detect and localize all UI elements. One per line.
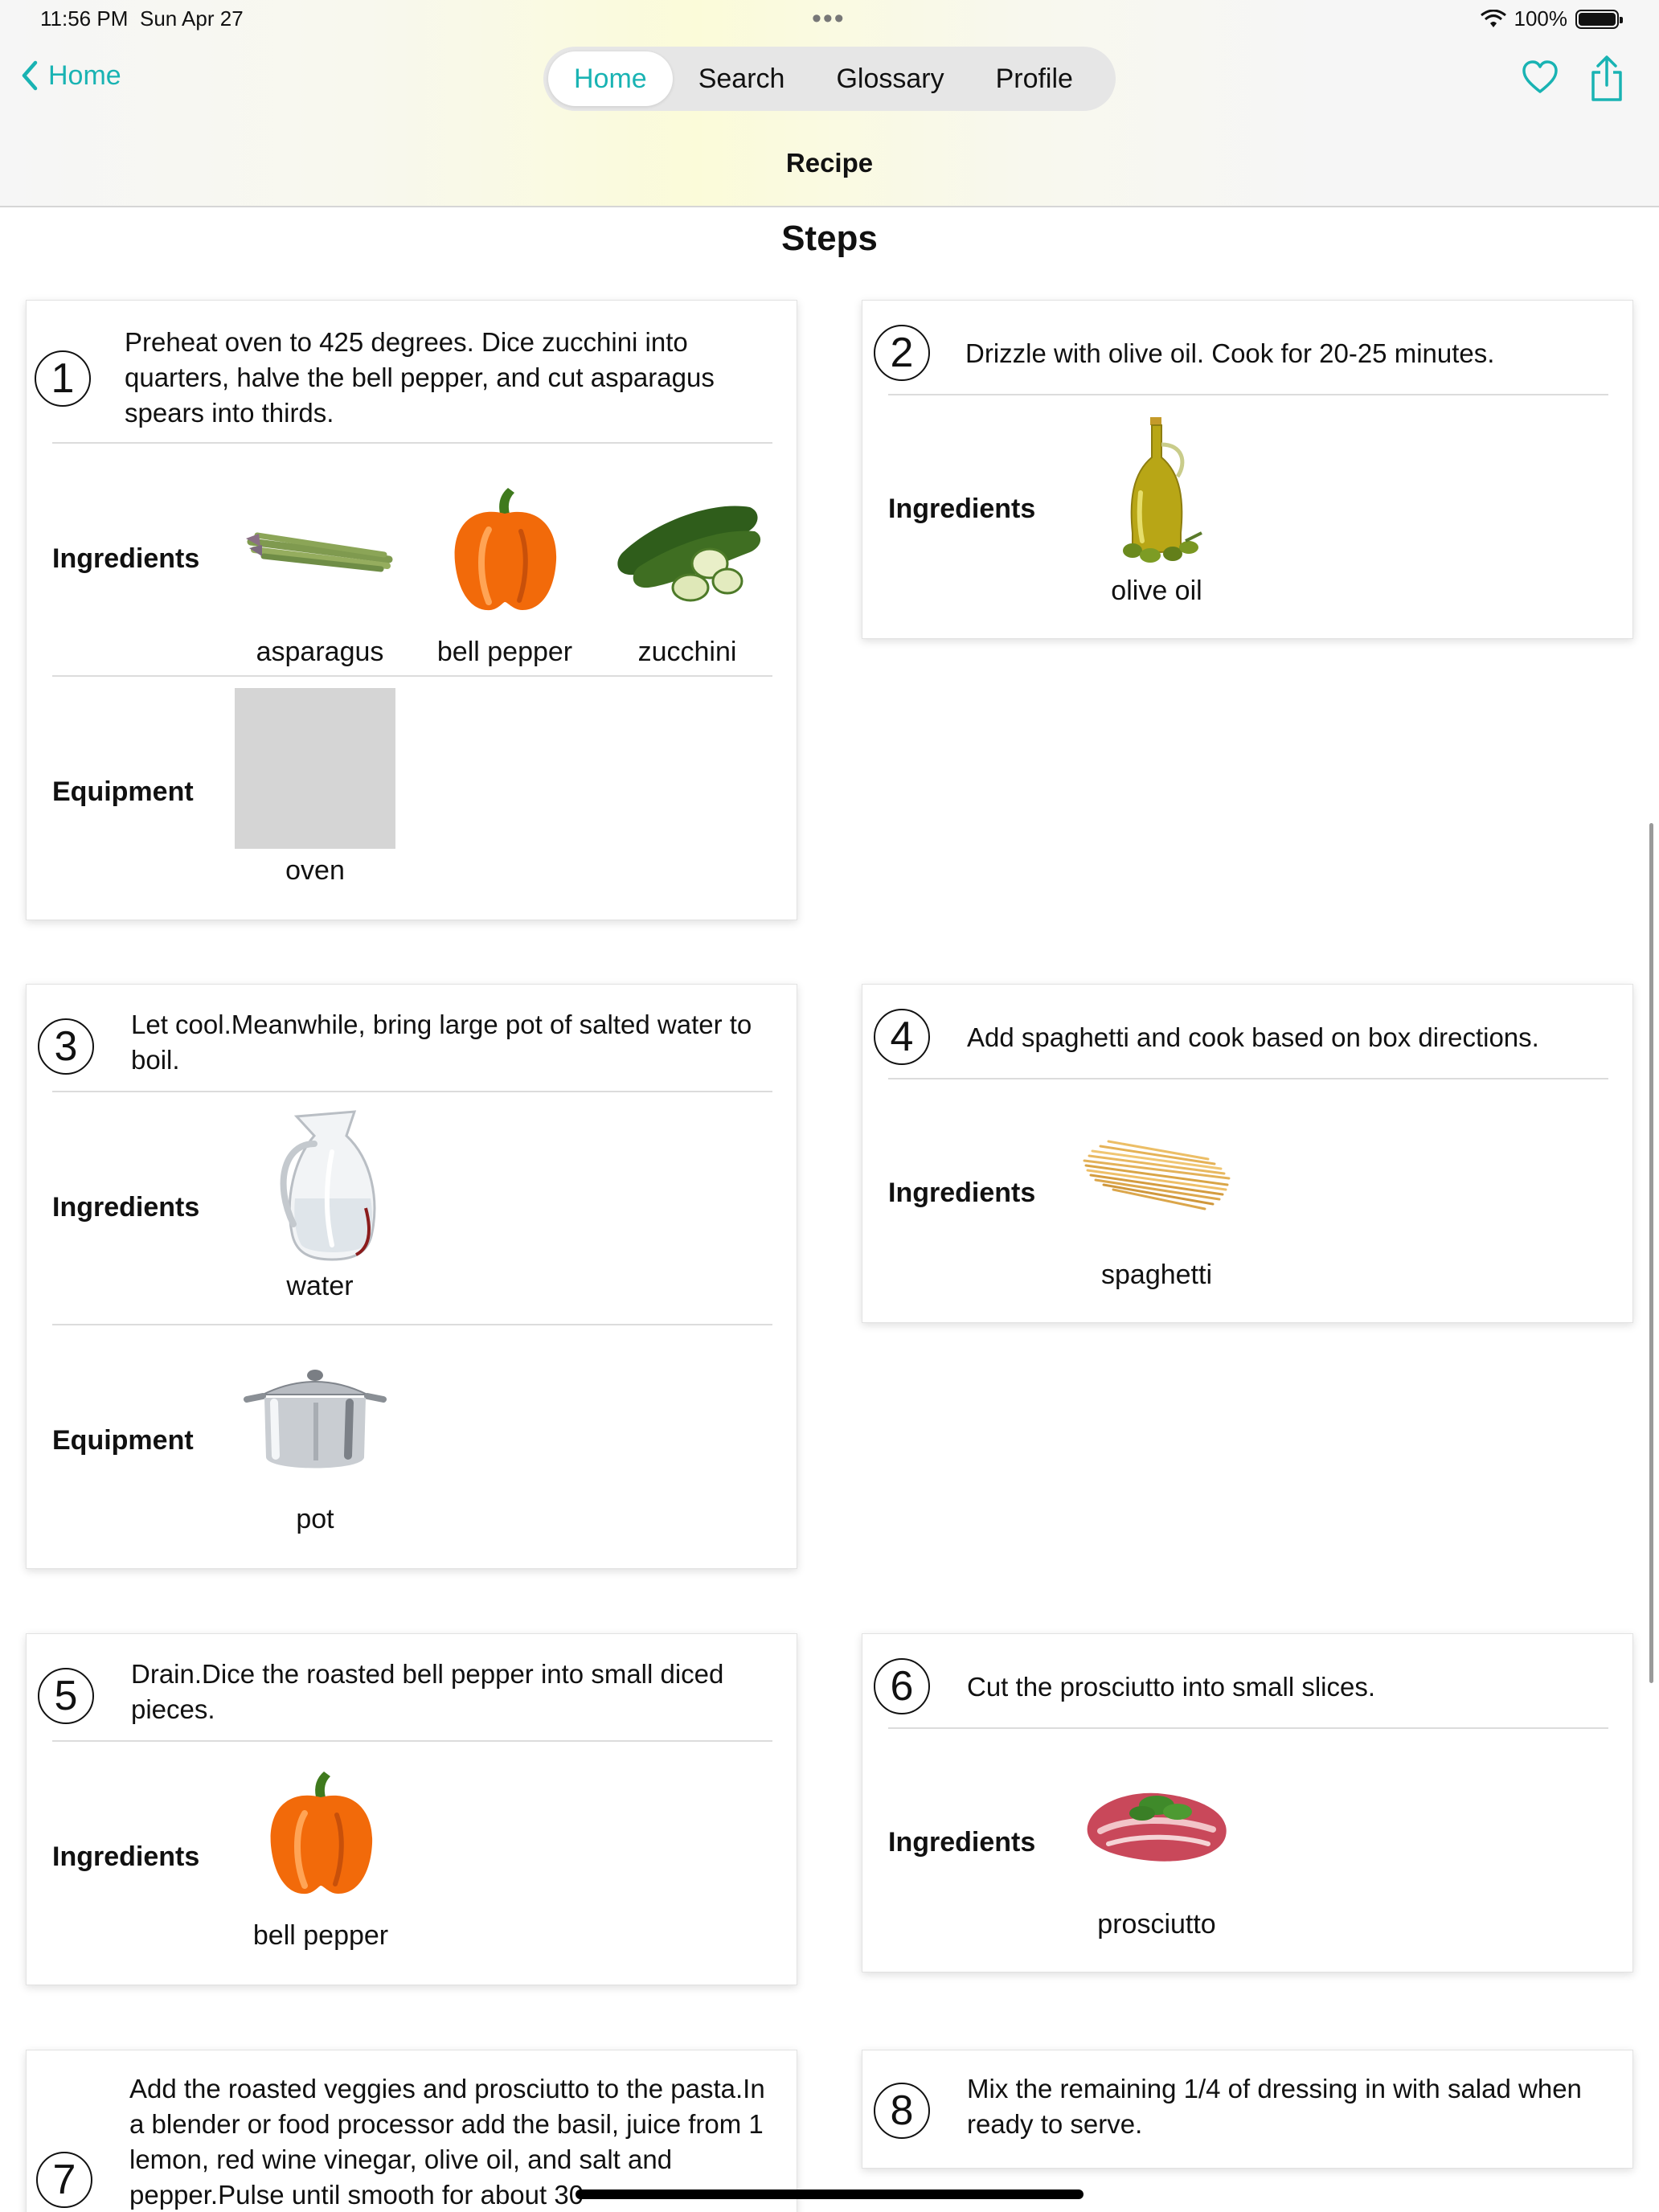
- zucchini-image: [617, 506, 761, 602]
- step-number: 1: [35, 350, 91, 407]
- step-number: 7: [36, 2152, 92, 2208]
- ingredients-label: Ingredients: [888, 1178, 1036, 1208]
- ingredients-label: Ingredients: [888, 1827, 1036, 1858]
- ingredient-prosciutto[interactable]: prosciutto: [1076, 1742, 1237, 1940]
- ingredient-name: bell pepper: [436, 637, 573, 667]
- step-card-7: 7 Add the roasted veggies and prosciutto…: [26, 2050, 797, 2212]
- divider: [888, 394, 1608, 395]
- step-number: 2: [874, 325, 930, 381]
- step-instruction: Preheat oven to 425 degrees. Dice zucchi…: [125, 327, 715, 428]
- wifi-icon: [1480, 9, 1506, 27]
- home-indicator[interactable]: [576, 2189, 1083, 2199]
- nav-title: Recipe: [785, 148, 874, 178]
- chevron-left-icon: [22, 60, 38, 91]
- equipment-label: Equipment: [52, 1425, 194, 1456]
- divider: [52, 1091, 772, 1092]
- tab-search[interactable]: Search: [673, 51, 811, 106]
- step-instruction: Let cool.Meanwhile, bring large pot of s…: [131, 1010, 752, 1075]
- step-instruction: Drain.Dice the roasted bell pepper into …: [131, 1659, 724, 1724]
- asparagus-image: [246, 532, 393, 572]
- tab-profile[interactable]: Profile: [970, 51, 1099, 106]
- equipment-oven[interactable]: oven: [235, 688, 395, 887]
- ingredient-bell-pepper[interactable]: bell pepper: [424, 469, 585, 668]
- divider: [888, 1078, 1608, 1079]
- multitasking-dots-icon[interactable]: •••: [812, 3, 846, 35]
- bell-pepper-image: [270, 1772, 373, 1895]
- divider: [52, 1324, 772, 1325]
- step-instruction: Mix the remaining 1/4 of dressing in wit…: [967, 2074, 1582, 2139]
- ingredient-name: olive oil: [1111, 576, 1202, 606]
- ingredients-label: Ingredients: [52, 1841, 200, 1872]
- status-date: Sun Apr 27: [140, 6, 244, 31]
- ingredient-olive-oil[interactable]: olive oil: [1076, 408, 1237, 607]
- back-label: Home: [48, 59, 121, 91]
- step-number: 5: [38, 1668, 94, 1724]
- step-card-5: 5 Drain.Dice the roasted bell pepper int…: [26, 1633, 797, 1985]
- ingredient-water[interactable]: water: [240, 1104, 400, 1302]
- ingredient-zucchini[interactable]: zucchini: [607, 469, 768, 668]
- ingredient-name: spaghetti: [1101, 1260, 1212, 1290]
- ingredients-label: Ingredients: [888, 494, 1036, 524]
- step-number: 8: [874, 2083, 930, 2139]
- heart-icon[interactable]: [1521, 58, 1559, 96]
- tab-home[interactable]: Home: [548, 51, 673, 106]
- step-number: 6: [874, 1658, 930, 1714]
- step-instruction: Add spaghetti and cook based on box dire…: [967, 1022, 1539, 1052]
- step-card-8: 8 Mix the remaining 1/4 of dressing in w…: [862, 2050, 1633, 2169]
- share-icon[interactable]: [1588, 55, 1625, 103]
- status-right: 100%: [1480, 6, 1623, 31]
- water-jug-image: [280, 1110, 376, 1261]
- equipment-name: oven: [285, 855, 345, 886]
- ingredients-label: Ingredients: [52, 1192, 200, 1223]
- equipment-label: Equipment: [52, 776, 194, 807]
- oven-image-placeholder: [235, 688, 395, 849]
- step-number: 3: [38, 1018, 94, 1075]
- step-card-3: 3 Let cool.Meanwhile, bring large pot of…: [26, 984, 797, 1569]
- tab-bar: Home Search Glossary Profile: [543, 47, 1116, 111]
- top-bar: 11:56 PM Sun Apr 27 ••• 100% Home Home S…: [0, 0, 1659, 207]
- pot-image: [244, 1370, 387, 1469]
- divider: [52, 675, 772, 677]
- step-card-6: 6 Cut the prosciutto into small slices. …: [862, 1633, 1633, 1972]
- battery-icon: [1575, 9, 1623, 29]
- steps-heading: Steps: [781, 219, 878, 258]
- step-card-4: 4 Add spaghetti and cook based on box di…: [862, 984, 1633, 1323]
- step-instruction: Cut the prosciutto into small slices.: [967, 1672, 1376, 1702]
- step-number: 4: [874, 1009, 930, 1065]
- ingredient-bell-pepper[interactable]: bell pepper: [240, 1753, 401, 1952]
- prosciutto-image: [1087, 1792, 1227, 1862]
- ingredient-name: bell pepper: [252, 1920, 389, 1951]
- divider: [52, 1740, 772, 1742]
- equipment-name: pot: [296, 1504, 334, 1534]
- ingredient-name: water: [286, 1271, 354, 1301]
- tab-glossary[interactable]: Glossary: [810, 51, 969, 106]
- ingredient-asparagus[interactable]: asparagus: [240, 469, 400, 668]
- ingredient-spaghetti[interactable]: spaghetti: [1076, 1092, 1237, 1291]
- ingredient-name: zucchini: [637, 637, 737, 667]
- spaghetti-image: [1083, 1140, 1231, 1210]
- olive-oil-image: [1123, 417, 1202, 563]
- step-instruction: Drizzle with olive oil. Cook for 20-25 m…: [965, 338, 1495, 368]
- divider: [52, 442, 772, 444]
- equipment-pot[interactable]: pot: [235, 1337, 395, 1535]
- ingredients-label: Ingredients: [52, 543, 200, 574]
- step-card-2: 2 Drizzle with olive oil. Cook for 20-25…: [862, 300, 1633, 639]
- ingredient-name: asparagus: [256, 637, 384, 667]
- back-button[interactable]: Home: [19, 59, 121, 92]
- battery-percent: 100%: [1514, 6, 1568, 31]
- divider: [888, 1727, 1608, 1729]
- scroll-indicator[interactable]: [1649, 823, 1653, 1683]
- step-card-1: 1 Preheat oven to 425 degrees. Dice zucc…: [26, 300, 797, 920]
- status-time: 11:56 PM: [40, 6, 129, 31]
- ingredient-name: prosciutto: [1097, 1909, 1216, 1940]
- bell-pepper-image: [454, 488, 557, 611]
